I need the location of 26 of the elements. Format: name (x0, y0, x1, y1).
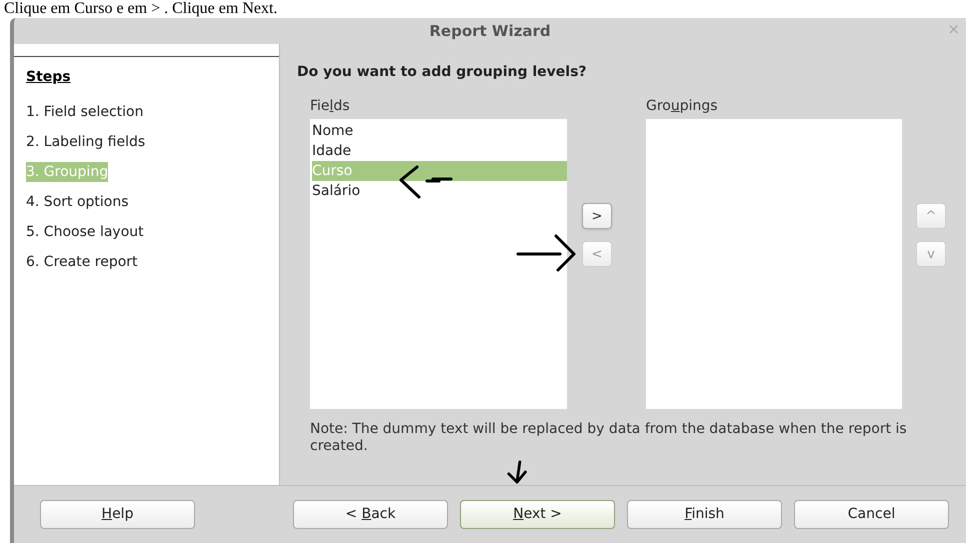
groupings-list[interactable] (646, 119, 902, 409)
hand-drawn-arrow-icon (397, 165, 453, 201)
step-item[interactable]: 2. Labeling fields (26, 132, 146, 152)
note-text: Note: The dummy text will be replaced by data from the database when the report is created. (310, 421, 908, 455)
steps-title: Steps (14, 56, 279, 88)
groupings-label: Groupings (646, 97, 718, 115)
field-item[interactable]: Idade (312, 141, 567, 161)
fields-label: Fields (310, 97, 350, 115)
hand-drawn-arrow-icon (506, 460, 530, 484)
step-item[interactable]: 4. Sort options (26, 192, 129, 212)
instruction-caption: Clique em Curso e em > . Clique em Next. (3, 0, 278, 18)
fields-list[interactable]: Nome Idade Curso Salário (310, 119, 567, 409)
step-item[interactable]: 5. Choose layout (26, 222, 144, 242)
dialog-button[interactable]: Next > (460, 500, 615, 529)
field-item[interactable]: Salário (312, 181, 567, 201)
hand-drawn-arrow-icon (516, 234, 578, 272)
field-item[interactable]: Nome (312, 121, 567, 141)
dialog-button[interactable]: Finish (627, 500, 782, 529)
dialog-button[interactable]: Cancel (794, 500, 949, 529)
wizard-heading: Do you want to add grouping levels? (297, 63, 588, 82)
step-item[interactable]: 6. Create report (26, 252, 138, 272)
dialog-button[interactable]: < Back (293, 500, 448, 529)
dialog-button[interactable]: Help (40, 500, 195, 529)
window-title: Report Wizard (429, 20, 551, 42)
step-item[interactable]: 1. Field selection (26, 102, 144, 122)
arrow-button[interactable]: > (582, 203, 612, 229)
